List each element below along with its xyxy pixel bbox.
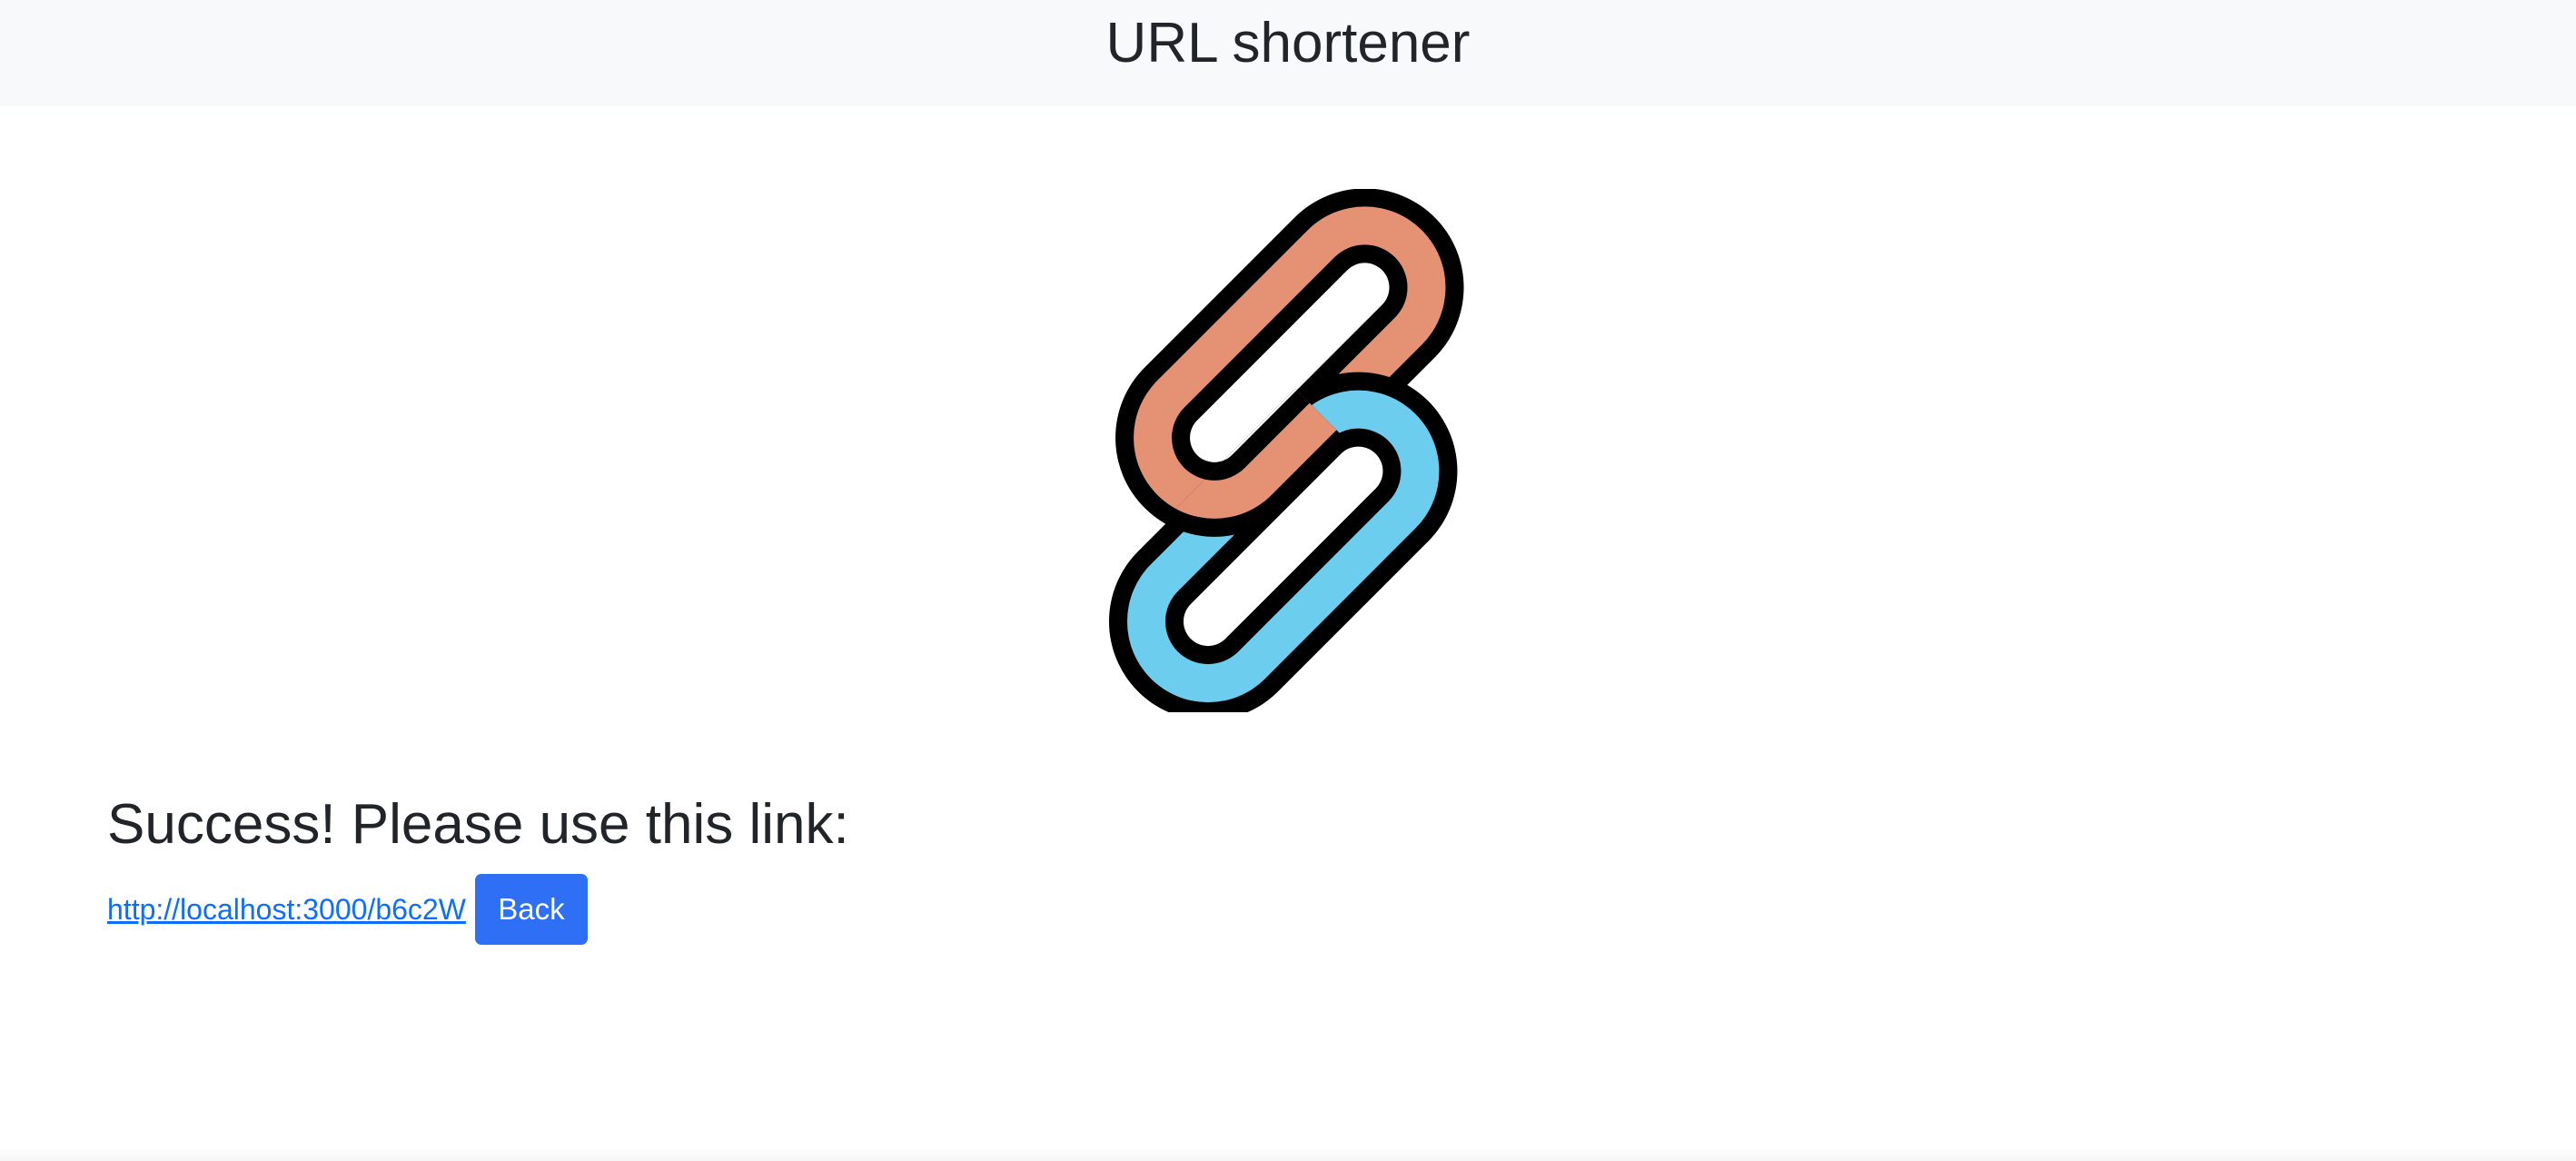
back-button[interactable]: Back [474, 874, 588, 945]
app-title: URL shortener [1105, 12, 1471, 74]
footer-divider [0, 1146, 2576, 1161]
chain-link-icon [1108, 188, 1464, 721]
logo [1021, 188, 1544, 721]
header-bar: URL shortener [0, 0, 2576, 106]
success-heading: Success! Please use this link: [107, 793, 849, 856]
short-url-link[interactable]: http://localhost:3000/b6c2W [107, 891, 466, 928]
result-row: http://localhost:3000/b6c2W Back [107, 874, 588, 945]
